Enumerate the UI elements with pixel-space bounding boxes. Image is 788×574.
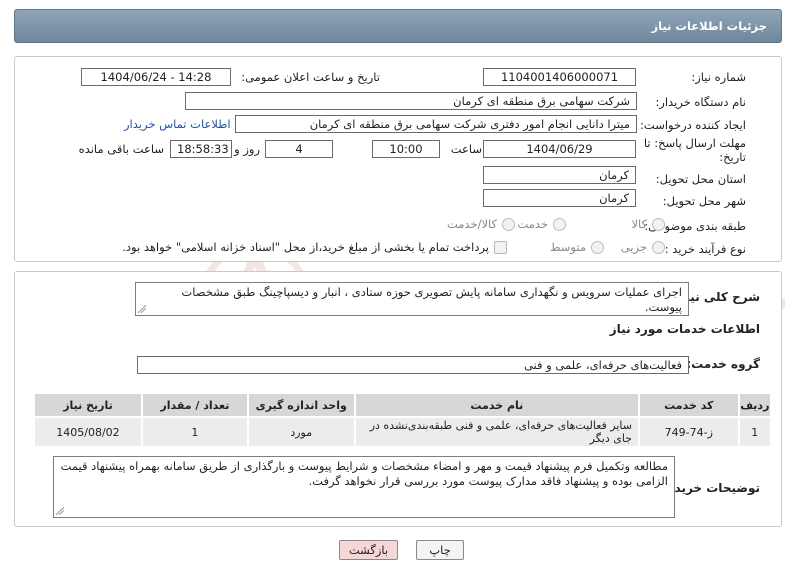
service-group-field: فعالیت‌های حرفه‌ای، علمی و فنی [137, 356, 689, 374]
col-name: نام خدمت [353, 392, 641, 418]
services-table-header: ردیف کد خدمت نام خدمت واحد اندازه گیری ت… [33, 392, 773, 418]
table-row: 1 ز-74-749 سایر فعالیت‌های حرفه‌ای، علمی… [33, 416, 773, 448]
purchase-type-option-medium[interactable]: متوسط [550, 239, 604, 255]
category-option-goods[interactable]: کالا [631, 216, 665, 232]
need-number-label: شماره نیاز: [691, 70, 746, 84]
buyer-org-label: نام دستگاه خریدار: [655, 95, 746, 109]
category-option-service[interactable]: خدمت [517, 216, 566, 232]
radio-icon[interactable] [652, 240, 665, 254]
col-row: ردیف [737, 392, 773, 418]
city-label: شهر محل تحویل: [662, 194, 746, 208]
requester-field: میترا دانایی انجام امور دفتری شرکت سهامی… [235, 115, 637, 133]
radio-icon[interactable] [591, 240, 604, 254]
page-title: جزئیات اطلاعات نیاز [651, 19, 767, 33]
page-header: جزئیات اطلاعات نیاز [14, 9, 782, 43]
col-unit: واحد اندازه گیری [246, 392, 356, 418]
category-option-goods-service[interactable]: کالا/خدمت [447, 216, 515, 232]
cell-qty: 1 [140, 416, 249, 448]
requester-label: ایجاد کننده درخواست: [640, 118, 746, 132]
cell-code: ز-74-749 [638, 416, 740, 448]
description-textarea[interactable]: اجرای عملیات سرویس و نگهداری سامانه پایش… [135, 282, 689, 316]
services-table: ردیف کد خدمت نام خدمت واحد اندازه گیری ت… [33, 392, 773, 448]
remaining-time-label: ساعت باقی مانده [78, 142, 164, 156]
remaining-days-label: روز و [234, 142, 260, 156]
buyer-contact-link[interactable]: اطلاعات تماس خریدار [124, 117, 231, 131]
description-text: اجرای عملیات سرویس و نگهداری سامانه پایش… [181, 285, 682, 314]
buyer-notes-textarea[interactable]: مطالعه وتکمیل فرم پیشنهاد قیمت و مهر و ا… [53, 456, 675, 518]
purchase-type-option-minor[interactable]: جزیی [621, 239, 665, 255]
buyer-notes-text: مطالعه وتکمیل فرم پیشنهاد قیمت و مهر و ا… [60, 459, 668, 488]
deadline-time-field: 10:00 [372, 140, 440, 158]
treasury-payment-note: پرداخت تمام یا بخشی از مبلغ خرید،از محل … [122, 240, 489, 254]
announce-field: 1404/06/24 - 14:28 [81, 68, 231, 86]
province-label: استان محل تحویل: [655, 172, 746, 186]
radio-icon[interactable] [652, 217, 665, 231]
col-date: تاریخ نیاز [33, 392, 143, 418]
cell-name: سایر فعالیت‌های حرفه‌ای، علمی و فنی طبقه… [353, 416, 641, 448]
remaining-days-field: 4 [265, 140, 333, 158]
col-qty: تعداد / مقدار [140, 392, 249, 418]
print-button[interactable]: چاپ [416, 540, 464, 560]
purchase-type-label: نوع فرآیند خرید : [664, 242, 746, 256]
announce-label: تاریخ و ساعت اعلان عمومی: [241, 70, 380, 84]
checkbox-icon[interactable] [494, 240, 507, 254]
deadline-label-line1: مهلت ارسال پاسخ: تا [643, 136, 746, 150]
province-field: کرمان [483, 166, 636, 184]
cell-unit: مورد [246, 416, 356, 448]
need-number-field: 1104001406000071 [483, 68, 636, 86]
resize-handle-icon[interactable] [56, 507, 64, 515]
cell-row: 1 [737, 416, 773, 448]
radio-icon[interactable] [553, 217, 566, 231]
deadline-date-field: 1404/06/29 [483, 140, 636, 158]
deadline-time-label: ساعت [450, 142, 482, 156]
city-field: کرمان [483, 189, 636, 207]
col-code: کد خدمت [638, 392, 740, 418]
treasury-payment-checkbox[interactable]: پرداخت تمام یا بخشی از مبلغ خرید،از محل … [122, 239, 507, 255]
remaining-time-field: 18:58:33 [170, 140, 232, 158]
cell-date: 1405/08/02 [33, 416, 143, 448]
buyer-org-field: شرکت سهامی برق منطقه ای کرمان [185, 92, 637, 110]
deadline-label-line2: تاریخ: [719, 150, 746, 164]
radio-icon[interactable] [502, 217, 515, 231]
services-title: اطلاعات خدمات مورد نیاز [609, 322, 760, 336]
back-button[interactable]: بازگشت [339, 540, 398, 560]
service-group-label: گروه خدمت: [686, 357, 760, 371]
resize-handle-icon[interactable] [138, 305, 146, 313]
